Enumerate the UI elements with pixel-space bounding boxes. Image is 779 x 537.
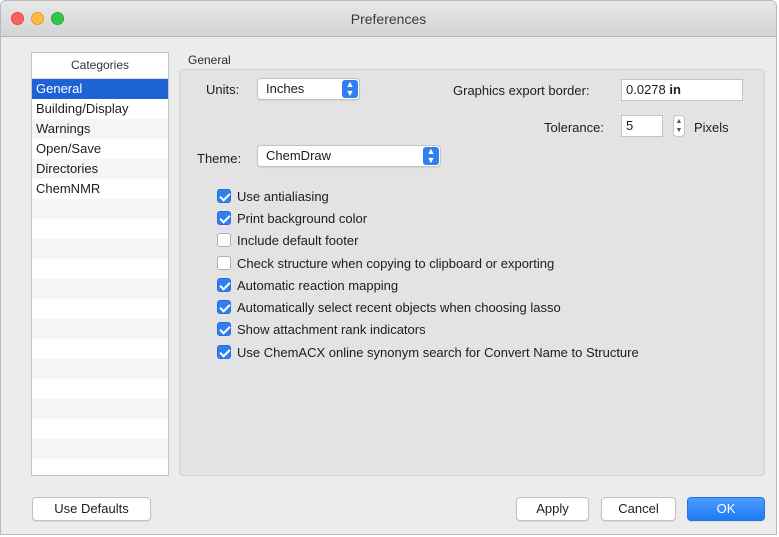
theme-popup[interactable]: ChemDraw ▲ ▼ bbox=[257, 145, 441, 167]
list-empty-row bbox=[32, 319, 168, 339]
cancel-button[interactable]: Cancel bbox=[601, 497, 676, 521]
list-empty-row bbox=[32, 459, 168, 475]
option-attachment-rank-indicators[interactable]: Show attachment rank indicators bbox=[217, 321, 426, 339]
list-empty-row bbox=[32, 439, 168, 459]
checkbox-unchecked[interactable] bbox=[217, 232, 231, 247]
export-border-value: 0.0278 bbox=[626, 82, 666, 97]
tolerance-field[interactable]: 5 bbox=[621, 115, 663, 137]
category-item-directories[interactable]: Directories bbox=[32, 159, 168, 179]
list-empty-row bbox=[32, 199, 168, 219]
list-empty-row bbox=[32, 239, 168, 259]
checkbox-checked[interactable] bbox=[217, 321, 231, 336]
checkbox-checked[interactable] bbox=[217, 188, 231, 203]
preferences-window: Preferences Categories General Building/… bbox=[0, 0, 777, 535]
option-auto-select-lasso[interactable]: Automatically select recent objects when… bbox=[217, 299, 561, 317]
export-border-field[interactable]: 0.0278 in bbox=[621, 79, 743, 101]
popup-arrows-icon: ▲ ▼ bbox=[423, 147, 439, 165]
list-empty-row bbox=[32, 219, 168, 239]
units-value: Inches bbox=[266, 81, 305, 96]
window-title: Preferences bbox=[350, 11, 427, 27]
units-popup[interactable]: Inches ▲ ▼ bbox=[257, 78, 360, 100]
theme-value: ChemDraw bbox=[266, 148, 332, 163]
checkbox-checked[interactable] bbox=[217, 344, 231, 359]
list-empty-row bbox=[32, 399, 168, 419]
list-empty-row bbox=[32, 279, 168, 299]
option-check-structure[interactable]: Check structure when copying to clipboar… bbox=[217, 255, 554, 273]
export-border-unit: in bbox=[669, 82, 681, 97]
units-label: Units: bbox=[206, 82, 240, 97]
category-item-warnings[interactable]: Warnings bbox=[32, 119, 168, 139]
categories-list: Categories General Building/Display Warn… bbox=[31, 52, 169, 476]
checkbox-checked[interactable] bbox=[217, 299, 231, 314]
categories-header: Categories bbox=[32, 53, 168, 79]
tolerance-unit: Pixels bbox=[694, 120, 729, 135]
theme-label: Theme: bbox=[197, 151, 242, 166]
category-item-building-display[interactable]: Building/Display bbox=[32, 99, 168, 119]
ok-button[interactable]: OK bbox=[687, 497, 765, 521]
tolerance-value: 5 bbox=[626, 118, 634, 133]
tolerance-stepper[interactable]: ▲ ▼ bbox=[673, 115, 685, 137]
list-empty-row bbox=[32, 379, 168, 399]
list-empty-row bbox=[32, 339, 168, 359]
option-chemacx-synonym-search[interactable]: Use ChemACX online synonym search for Co… bbox=[217, 344, 639, 362]
option-automatic-reaction-mapping[interactable]: Automatic reaction mapping bbox=[217, 277, 398, 295]
option-print-background-color[interactable]: Print background color bbox=[217, 210, 367, 228]
category-item-general[interactable]: General bbox=[32, 79, 168, 99]
checkbox-checked[interactable] bbox=[217, 210, 231, 225]
tolerance-label: Tolerance: bbox=[544, 120, 604, 135]
title-bar: Preferences bbox=[1, 1, 776, 37]
option-include-default-footer[interactable]: Include default footer bbox=[217, 232, 358, 250]
apply-button[interactable]: Apply bbox=[516, 497, 589, 521]
category-item-chemnmr[interactable]: ChemNMR bbox=[32, 179, 168, 199]
checkbox-unchecked[interactable] bbox=[217, 255, 231, 270]
list-empty-row bbox=[32, 299, 168, 319]
popup-arrows-icon: ▲ ▼ bbox=[342, 80, 358, 98]
category-item-open-save[interactable]: Open/Save bbox=[32, 139, 168, 159]
export-border-label: Graphics export border: bbox=[453, 83, 590, 98]
use-defaults-button[interactable]: Use Defaults bbox=[32, 497, 151, 521]
general-group-title: General bbox=[188, 53, 231, 67]
checkbox-checked[interactable] bbox=[217, 277, 231, 292]
list-empty-row bbox=[32, 259, 168, 279]
categories-rows: General Building/Display Warnings Open/S… bbox=[32, 79, 168, 475]
list-empty-row bbox=[32, 359, 168, 379]
list-empty-row bbox=[32, 419, 168, 439]
option-use-antialiasing[interactable]: Use antialiasing bbox=[217, 188, 329, 206]
